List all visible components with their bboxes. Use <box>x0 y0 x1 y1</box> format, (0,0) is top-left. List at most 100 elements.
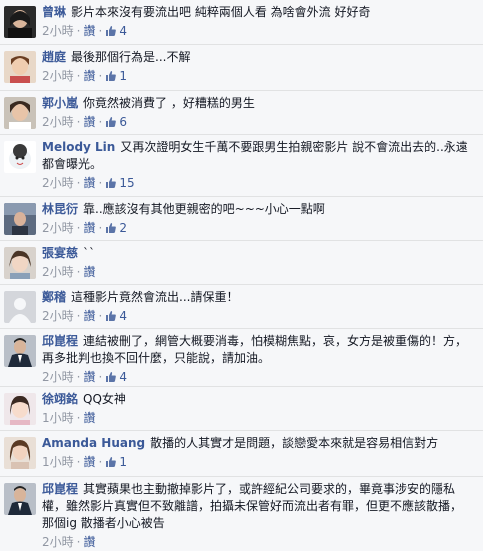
like-count[interactable]: 1 <box>105 69 127 83</box>
comment-text: `` <box>83 246 96 260</box>
comment-author[interactable]: Melody Lin <box>42 140 115 154</box>
comment-author[interactable]: Amanda Huang <box>42 436 145 450</box>
comment-text: 你竟然被消費了 ，好糟糕的男生 <box>83 96 255 110</box>
avatar[interactable] <box>4 437 36 469</box>
thumbs-up-icon <box>106 372 117 382</box>
comment-time[interactable]: 2小時 <box>42 24 74 38</box>
comment-author[interactable]: 張宴慈 <box>42 246 78 260</box>
like-count-value: 6 <box>119 115 127 129</box>
comment-item: 徐翊銘 QQ女神 1小時 · 讚 <box>0 386 483 430</box>
comment-time[interactable]: 2小時 <box>42 176 74 190</box>
comment-meta: 2小時 · 讚 · 15 <box>42 176 135 190</box>
comment-meta: 2小時 · 讚 · 4 <box>42 370 127 384</box>
thumbs-up-icon <box>106 26 117 36</box>
comment-author[interactable]: 鄭稽 <box>42 290 66 304</box>
comment-item: 鄭稽 這種影片竟然會流出...請保重！ 2小時 · 讚 · 4 <box>0 284 483 328</box>
like-count[interactable]: 4 <box>105 24 127 38</box>
like-count-value: 2 <box>119 221 127 235</box>
like-button[interactable]: 讚 <box>83 455 95 469</box>
avatar[interactable] <box>4 393 36 425</box>
comment-text: 靠..應該沒有其他更親密的吧~~~小心一點啊 <box>83 202 325 216</box>
comment-item: 邱崑程 連結被刪了，網管大概要消毒，怕模糊焦點，哀，女方是被重傷的！方，再多批判也… <box>0 328 483 386</box>
like-count-value: 15 <box>119 176 135 190</box>
comment-author[interactable]: 邱崑程 <box>42 334 78 348</box>
comment-item: 郭小嵐 你竟然被消費了 ，好糟糕的男生 2小時 · 讚 · 6 <box>0 90 483 134</box>
comment-meta: 1小時 · 讚 · 1 <box>42 455 127 469</box>
comment-time[interactable]: 2小時 <box>42 265 74 279</box>
comment-time[interactable]: 1小時 <box>42 455 74 469</box>
like-count[interactable]: 2 <box>105 221 127 235</box>
like-count-value: 1 <box>119 455 127 469</box>
like-button[interactable]: 讚 <box>83 24 95 38</box>
comment-text: 散播的人其實才是問題，談戀愛本來就是容易相信對方 <box>150 436 439 450</box>
like-count[interactable]: 1 <box>105 455 127 469</box>
comment-meta: 2小時 · 讚 · 1 <box>42 69 127 83</box>
comment-author[interactable]: 郭小嵐 <box>42 96 78 110</box>
avatar[interactable] <box>4 247 36 279</box>
like-count[interactable]: 6 <box>105 115 127 129</box>
comment-item: 林昆衍 靠..應該沒有其他更親密的吧~~~小心一點啊 2小時 · 讚 · 2 <box>0 196 483 240</box>
avatar[interactable] <box>4 483 36 515</box>
like-button[interactable]: 讚 <box>83 115 95 129</box>
comment-meta: 1小時 · 讚 <box>42 411 96 425</box>
comment-meta: 2小時 · 讚 · 6 <box>42 115 127 129</box>
comment-time[interactable]: 2小時 <box>42 115 74 129</box>
comment-time[interactable]: 2小時 <box>42 69 74 83</box>
comment-meta: 2小時 · 讚 · 4 <box>42 309 127 323</box>
like-button[interactable]: 讚 <box>83 69 95 83</box>
like-count-value: 1 <box>119 69 127 83</box>
comment-feed: 曾琳 影片本來沒有要流出吧 純粹兩個人看 為啥會外流 好好奇 2小時 · 讚 · 4 趙庭… <box>0 0 483 549</box>
comment-time[interactable]: 2小時 <box>42 370 74 384</box>
comment-author[interactable]: 邱崑程 <box>42 482 78 496</box>
comment-item: 趙庭 最後那個行為是...不解 2小時 · 讚 · 1 <box>0 44 483 90</box>
comment-time[interactable]: 2小時 <box>42 535 74 549</box>
comment-author[interactable]: 趙庭 <box>42 50 66 64</box>
comment-text: 連結被刪了，網管大概要消毒，怕模糊焦點，哀，女方是被重傷的！方，再多批判也換不回… <box>42 334 468 365</box>
comment-item: 張宴慈 `` 2小時 · 讚 <box>0 240 483 284</box>
comment-meta: 2小時 · 讚 <box>42 265 96 279</box>
thumbs-up-icon <box>106 457 117 467</box>
like-button[interactable]: 讚 <box>83 411 95 425</box>
comment-author[interactable]: 曾琳 <box>42 5 66 19</box>
comment-text: 影片本來沒有要流出吧 純粹兩個人看 為啥會外流 好好奇 <box>71 5 371 19</box>
comment-meta: 2小時 · 讚 <box>42 535 96 549</box>
thumbs-up-icon <box>106 117 117 127</box>
comment-item: 邱崑程 其實蘋果也主動撤掉影片了，或許經紀公司要求的，畢竟事涉安的隱私權，雖然影片… <box>0 476 483 549</box>
comment-time[interactable]: 2小時 <box>42 221 74 235</box>
comment-meta: 2小時 · 讚 · 4 <box>42 24 127 38</box>
thumbs-up-icon <box>106 71 117 81</box>
thumbs-up-icon <box>106 223 117 233</box>
comment-item: Melody Lin 又再次證明女生千萬不要跟男生拍親密影片 說不會流出去的..永… <box>0 134 483 196</box>
avatar[interactable] <box>4 335 36 367</box>
like-button[interactable]: 讚 <box>83 221 95 235</box>
like-count-value: 4 <box>119 370 127 384</box>
like-count[interactable]: 15 <box>105 176 135 190</box>
like-button[interactable]: 讚 <box>83 176 95 190</box>
avatar[interactable] <box>4 203 36 235</box>
comment-author[interactable]: 林昆衍 <box>42 202 78 216</box>
avatar[interactable] <box>4 51 36 83</box>
comment-meta: 2小時 · 讚 · 2 <box>42 221 127 235</box>
like-button[interactable]: 讚 <box>83 309 95 323</box>
like-button[interactable]: 讚 <box>83 370 95 384</box>
like-count-value: 4 <box>119 24 127 38</box>
like-button[interactable]: 讚 <box>83 535 95 549</box>
avatar[interactable] <box>4 291 36 323</box>
thumbs-up-icon <box>106 311 117 321</box>
comment-time[interactable]: 2小時 <box>42 309 74 323</box>
comment-text: 最後那個行為是...不解 <box>71 50 191 64</box>
comment-item: Amanda Huang 散播的人其實才是問題，談戀愛本來就是容易相信對方 1小時… <box>0 430 483 476</box>
thumbs-up-icon <box>106 178 117 188</box>
like-count-value: 4 <box>119 309 127 323</box>
like-button[interactable]: 讚 <box>83 265 95 279</box>
comment-item: 曾琳 影片本來沒有要流出吧 純粹兩個人看 為啥會外流 好好奇 2小時 · 讚 · 4 <box>0 0 483 44</box>
comment-text: QQ女神 <box>83 392 126 406</box>
comment-time[interactable]: 1小時 <box>42 411 74 425</box>
avatar[interactable] <box>4 141 36 173</box>
comment-text: 其實蘋果也主動撤掉影片了，或許經紀公司要求的，畢竟事涉安的隱私權，雖然影片真實但… <box>42 482 463 530</box>
comment-author[interactable]: 徐翊銘 <box>42 392 78 406</box>
like-count[interactable]: 4 <box>105 309 127 323</box>
avatar[interactable] <box>4 97 36 129</box>
avatar[interactable] <box>4 6 36 38</box>
like-count[interactable]: 4 <box>105 370 127 384</box>
